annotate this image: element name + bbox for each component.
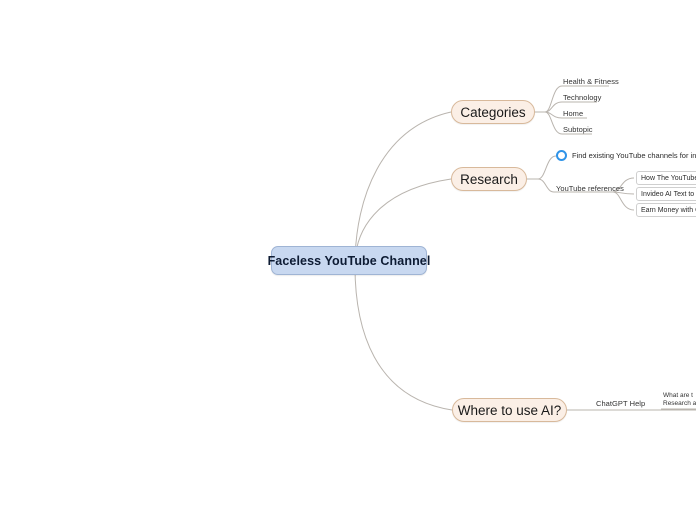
connector-root-to-categories [354,111,452,262]
reference-box-3[interactable]: Earn Money with Ch [636,203,696,217]
reference-box-2[interactable]: Invideo AI Text to V [636,187,696,201]
leaf-health-fitness[interactable]: Health & Fitness [563,77,619,86]
branch-node-where-to-use-ai-label: Where to use AI? [457,402,562,418]
leaf-youtube-references[interactable]: YouTube references [556,184,624,193]
connector-refgroup-box-3 [612,191,635,211]
clipped-note-line-2: Research a [663,400,696,407]
root-node-label: Faceless YouTube Channel [267,253,431,268]
connector-categories-leaf-4 [544,111,563,135]
reference-box-1[interactable]: How The YouTube A [636,171,696,185]
connector-research-to-task [537,155,557,180]
connector-research-to-refgroup [537,178,555,193]
connector-root-to-where-ai [354,260,453,411]
leaf-technology[interactable]: Technology [563,93,601,102]
leaf-subtopic[interactable]: Subtopic [563,125,593,134]
branch-node-categories[interactable]: Categories [451,100,535,124]
mindmap-canvas[interactable]: Faceless YouTube Channel Categories Heal… [0,0,696,520]
branch-node-research-label: Research [460,171,518,187]
branch-node-research[interactable]: Research [451,167,527,191]
branch-node-where-to-use-ai[interactable]: Where to use AI? [452,398,567,422]
leaf-chatgpt-help[interactable]: ChatGPT Help [596,399,645,408]
task-item-find-channels[interactable]: Find existing YouTube channels for inspi… [556,150,696,161]
reference-box-1-label: How The YouTube A [641,174,696,182]
reference-box-2-label: Invideo AI Text to V [641,190,696,198]
connector-categories-leaf-3 [544,111,563,119]
root-node[interactable]: Faceless YouTube Channel [268,246,430,275]
branch-node-categories-label: Categories [460,104,526,120]
clipped-note-line-1: What are t [663,392,693,399]
reference-box-3-label: Earn Money with Ch [641,206,696,214]
unchecked-circle-icon[interactable] [556,150,567,161]
connector-categories-leaf-2 [544,101,563,113]
connector-categories-leaf-1 [544,85,563,113]
leaf-home[interactable]: Home [563,109,583,118]
clipped-note-right-edge[interactable]: What are t Research a [663,392,696,408]
task-item-label: Find existing YouTube channels for inspi… [572,151,696,160]
